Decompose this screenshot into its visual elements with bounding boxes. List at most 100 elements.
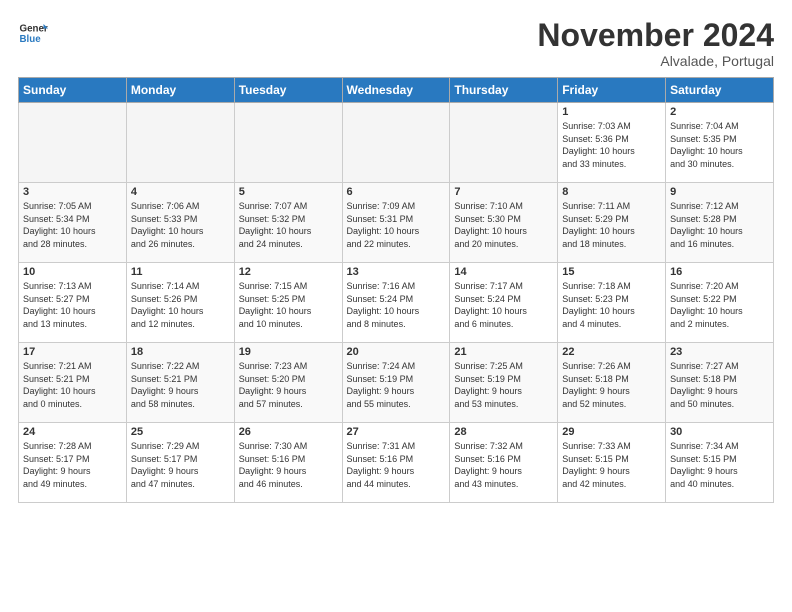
- day-number: 12: [239, 266, 338, 278]
- day-number: 22: [562, 346, 661, 358]
- calendar-cell: 1 Sunrise: 7:03 AM Sunset: 5:36 PM Daylig…: [558, 103, 666, 183]
- calendar-cell: 12 Sunrise: 7:15 AM Sunset: 5:25 PM Dayli…: [234, 263, 342, 343]
- calendar-cell: 16 Sunrise: 7:20 AM Sunset: 5:22 PM Dayli…: [666, 263, 774, 343]
- day-number: 19: [239, 346, 338, 358]
- calendar-cell: 21 Sunrise: 7:25 AM Sunset: 5:19 PM Dayli…: [450, 343, 558, 423]
- calendar-cell: 7 Sunrise: 7:10 AM Sunset: 5:30 PM Daylig…: [450, 183, 558, 263]
- weekday-header: Thursday: [450, 78, 558, 103]
- day-info: Sunrise: 7:33 AM Sunset: 5:15 PM Dayligh…: [562, 440, 661, 490]
- calendar-cell: 10Sunrise: 7:13 AM Sunset: 5:27 PM Dayli…: [19, 263, 127, 343]
- day-info: Sunrise: 7:25 AM Sunset: 5:19 PM Dayligh…: [454, 360, 553, 410]
- day-number: 20: [347, 346, 446, 358]
- day-number: 17: [23, 346, 122, 358]
- calendar-cell: [234, 103, 342, 183]
- calendar-cell: [126, 103, 234, 183]
- day-info: Sunrise: 7:29 AM Sunset: 5:17 PM Dayligh…: [131, 440, 230, 490]
- day-info: Sunrise: 7:26 AM Sunset: 5:18 PM Dayligh…: [562, 360, 661, 410]
- day-number: 26: [239, 426, 338, 438]
- day-number: 25: [131, 426, 230, 438]
- day-info: Sunrise: 7:03 AM Sunset: 5:36 PM Dayligh…: [562, 120, 661, 170]
- weekday-header: Tuesday: [234, 78, 342, 103]
- day-info: Sunrise: 7:11 AM Sunset: 5:29 PM Dayligh…: [562, 200, 661, 250]
- day-number: 27: [347, 426, 446, 438]
- day-number: 13: [347, 266, 446, 278]
- day-number: 30: [670, 426, 769, 438]
- calendar-week-row: 1 Sunrise: 7:03 AM Sunset: 5:36 PM Daylig…: [19, 103, 774, 183]
- day-number: 6: [347, 186, 446, 198]
- weekday-header: Sunday: [19, 78, 127, 103]
- calendar-cell: 2Sunrise: 7:04 AM Sunset: 5:35 PM Daylig…: [666, 103, 774, 183]
- day-number: 11: [131, 266, 230, 278]
- calendar-cell: 27 Sunrise: 7:31 AM Sunset: 5:16 PM Dayli…: [342, 423, 450, 503]
- day-number: 21: [454, 346, 553, 358]
- day-number: 28: [454, 426, 553, 438]
- day-info: Sunrise: 7:34 AM Sunset: 5:15 PM Dayligh…: [670, 440, 769, 490]
- calendar-cell: 19 Sunrise: 7:23 AM Sunset: 5:20 PM Dayli…: [234, 343, 342, 423]
- calendar-week-row: 3 Sunrise: 7:05 AM Sunset: 5:34 PM Daylig…: [19, 183, 774, 263]
- calendar-week-row: 17Sunrise: 7:21 AM Sunset: 5:21 PM Dayli…: [19, 343, 774, 423]
- weekday-header: Monday: [126, 78, 234, 103]
- calendar-cell: 26Sunrise: 7:30 AM Sunset: 5:16 PM Dayli…: [234, 423, 342, 503]
- location: Alvalade, Portugal: [537, 53, 774, 69]
- day-info: Sunrise: 7:20 AM Sunset: 5:22 PM Dayligh…: [670, 280, 769, 330]
- calendar-cell: 5 Sunrise: 7:07 AM Sunset: 5:32 PM Daylig…: [234, 183, 342, 263]
- day-number: 7: [454, 186, 553, 198]
- day-number: 15: [562, 266, 661, 278]
- calendar-cell: 8 Sunrise: 7:11 AM Sunset: 5:29 PM Daylig…: [558, 183, 666, 263]
- calendar-cell: 9 Sunrise: 7:12 AM Sunset: 5:28 PM Daylig…: [666, 183, 774, 263]
- day-info: Sunrise: 7:04 AM Sunset: 5:35 PM Dayligh…: [670, 120, 769, 170]
- calendar-cell: 28 Sunrise: 7:32 AM Sunset: 5:16 PM Dayli…: [450, 423, 558, 503]
- day-number: 8: [562, 186, 661, 198]
- day-info: Sunrise: 7:05 AM Sunset: 5:34 PM Dayligh…: [23, 200, 122, 250]
- day-info: Sunrise: 7:10 AM Sunset: 5:30 PM Dayligh…: [454, 200, 553, 250]
- day-info: Sunrise: 7:15 AM Sunset: 5:25 PM Dayligh…: [239, 280, 338, 330]
- weekday-header: Wednesday: [342, 78, 450, 103]
- calendar-cell: [342, 103, 450, 183]
- calendar-cell: 23 Sunrise: 7:27 AM Sunset: 5:18 PM Dayli…: [666, 343, 774, 423]
- weekday-header-row: SundayMondayTuesdayWednesdayThursdayFrid…: [19, 78, 774, 103]
- calendar-cell: 11Sunrise: 7:14 AM Sunset: 5:26 PM Dayli…: [126, 263, 234, 343]
- day-number: 1: [562, 106, 661, 118]
- calendar-table: SundayMondayTuesdayWednesdayThursdayFrid…: [18, 77, 774, 503]
- day-info: Sunrise: 7:12 AM Sunset: 5:28 PM Dayligh…: [670, 200, 769, 250]
- day-number: 14: [454, 266, 553, 278]
- calendar-cell: 29 Sunrise: 7:33 AM Sunset: 5:15 PM Dayli…: [558, 423, 666, 503]
- day-info: Sunrise: 7:06 AM Sunset: 5:33 PM Dayligh…: [131, 200, 230, 250]
- day-info: Sunrise: 7:28 AM Sunset: 5:17 PM Dayligh…: [23, 440, 122, 490]
- calendar-cell: 4 Sunrise: 7:06 AM Sunset: 5:33 PM Daylig…: [126, 183, 234, 263]
- calendar-cell: 22 Sunrise: 7:26 AM Sunset: 5:18 PM Dayli…: [558, 343, 666, 423]
- weekday-header: Friday: [558, 78, 666, 103]
- page: General Blue November 2024 Alvalade, Por…: [0, 0, 792, 513]
- day-info: Sunrise: 7:07 AM Sunset: 5:32 PM Dayligh…: [239, 200, 338, 250]
- calendar-cell: [450, 103, 558, 183]
- day-info: Sunrise: 7:17 AM Sunset: 5:24 PM Dayligh…: [454, 280, 553, 330]
- day-number: 29: [562, 426, 661, 438]
- calendar-cell: 3 Sunrise: 7:05 AM Sunset: 5:34 PM Daylig…: [19, 183, 127, 263]
- day-info: Sunrise: 7:22 AM Sunset: 5:21 PM Dayligh…: [131, 360, 230, 410]
- calendar-cell: 15Sunrise: 7:18 AM Sunset: 5:23 PM Dayli…: [558, 263, 666, 343]
- day-info: Sunrise: 7:13 AM Sunset: 5:27 PM Dayligh…: [23, 280, 122, 330]
- day-info: Sunrise: 7:32 AM Sunset: 5:16 PM Dayligh…: [454, 440, 553, 490]
- calendar-week-row: 24 Sunrise: 7:28 AM Sunset: 5:17 PM Dayli…: [19, 423, 774, 503]
- header: General Blue November 2024 Alvalade, Por…: [18, 18, 774, 69]
- title-block: November 2024 Alvalade, Portugal: [537, 18, 774, 69]
- day-number: 4: [131, 186, 230, 198]
- day-info: Sunrise: 7:09 AM Sunset: 5:31 PM Dayligh…: [347, 200, 446, 250]
- day-info: Sunrise: 7:23 AM Sunset: 5:20 PM Dayligh…: [239, 360, 338, 410]
- day-number: 9: [670, 186, 769, 198]
- day-number: 18: [131, 346, 230, 358]
- day-number: 24: [23, 426, 122, 438]
- day-number: 23: [670, 346, 769, 358]
- calendar-cell: 30 Sunrise: 7:34 AM Sunset: 5:15 PM Dayli…: [666, 423, 774, 503]
- calendar-cell: 25 Sunrise: 7:29 AM Sunset: 5:17 PM Dayli…: [126, 423, 234, 503]
- day-number: 3: [23, 186, 122, 198]
- day-number: 16: [670, 266, 769, 278]
- calendar-cell: 13Sunrise: 7:16 AM Sunset: 5:24 PM Dayli…: [342, 263, 450, 343]
- day-number: 5: [239, 186, 338, 198]
- day-info: Sunrise: 7:31 AM Sunset: 5:16 PM Dayligh…: [347, 440, 446, 490]
- calendar-cell: 6 Sunrise: 7:09 AM Sunset: 5:31 PM Daylig…: [342, 183, 450, 263]
- logo-icon: General Blue: [18, 18, 48, 48]
- day-info: Sunrise: 7:24 AM Sunset: 5:19 PM Dayligh…: [347, 360, 446, 410]
- calendar-cell: 20 Sunrise: 7:24 AM Sunset: 5:19 PM Dayli…: [342, 343, 450, 423]
- day-info: Sunrise: 7:27 AM Sunset: 5:18 PM Dayligh…: [670, 360, 769, 410]
